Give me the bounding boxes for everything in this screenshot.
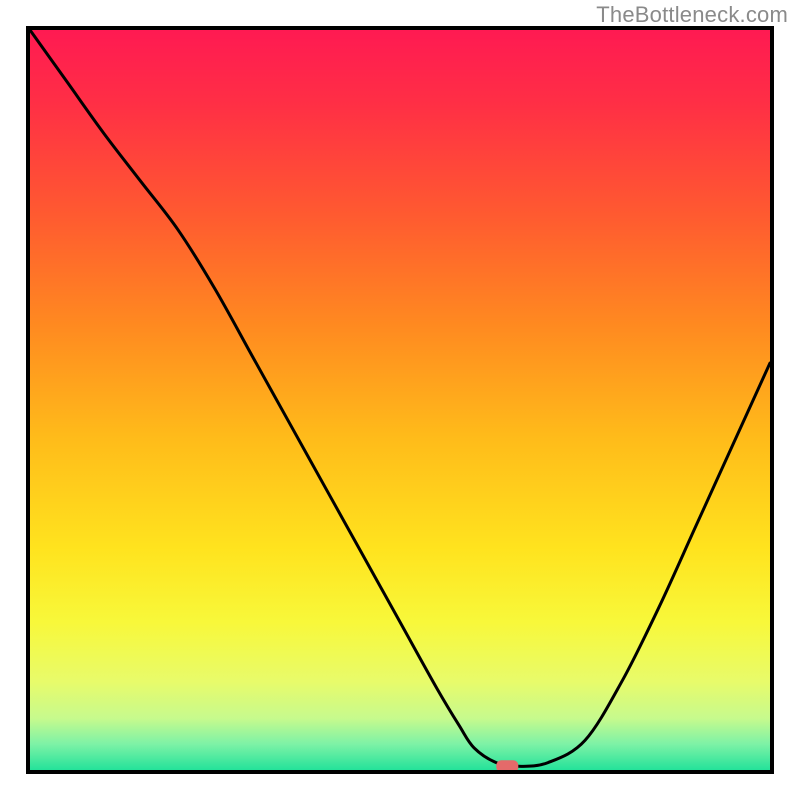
optimal-marker xyxy=(496,760,518,770)
watermark-text: TheBottleneck.com xyxy=(596,2,788,28)
bottleneck-plot xyxy=(30,30,770,770)
gradient-background xyxy=(30,30,770,770)
chart-frame xyxy=(26,26,774,774)
